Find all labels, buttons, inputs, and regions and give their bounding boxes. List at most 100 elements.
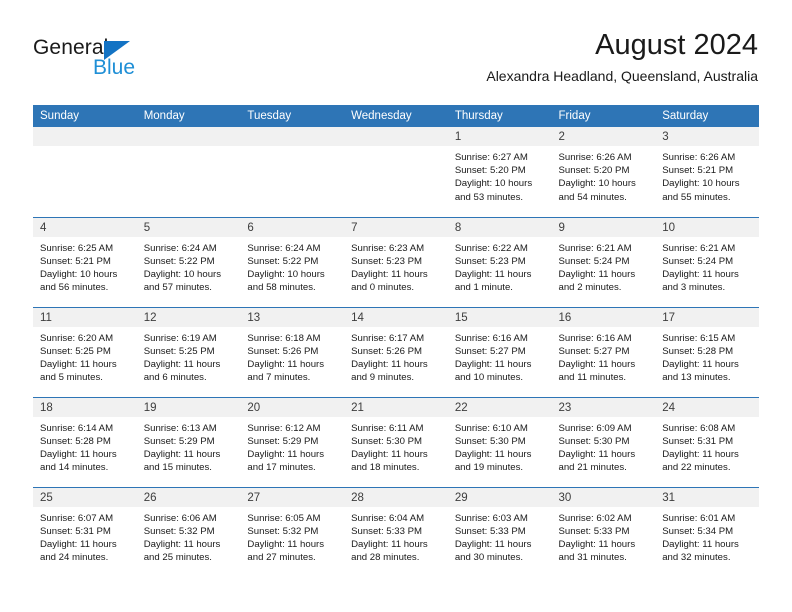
sunset-text: Sunset: 5:29 PM <box>143 435 215 447</box>
calendar-day-cell[interactable]: 13 Sunrise: 6:18 AM Sunset: 5:26 PM Dayligh… <box>240 306 345 397</box>
day-number <box>344 127 448 146</box>
calendar-day-cell[interactable]: 14 Sunrise: 6:17 AM Sunset: 5:26 PM Dayligh… <box>344 306 448 397</box>
calendar-day-cell[interactable]: 17 Sunrise: 6:15 AM Sunset: 5:28 PM Dayligh… <box>655 306 759 397</box>
day-number: 24 <box>655 397 759 417</box>
calendar-day-cell[interactable]: 19 Sunrise: 6:13 AM Sunset: 5:29 PM Dayligh… <box>136 396 241 487</box>
day-number: 9 <box>551 217 656 237</box>
calendar-day-cell[interactable]: 29 Sunrise: 6:03 AM Sunset: 5:33 PM Dayligh… <box>447 486 552 577</box>
calendar-day-cell[interactable]: 2 Sunrise: 6:26 AM Sunset: 5:20 PM Daylight… <box>551 127 656 217</box>
sunrise-text: Sunrise: 6:15 AM <box>662 332 736 344</box>
sunrise-text: Sunrise: 6:17 AM <box>351 332 425 344</box>
day-number: 14 <box>344 307 448 327</box>
calendar-day-cell[interactable]: 6 Sunrise: 6:24 AM Sunset: 5:22 PM Daylight… <box>240 216 345 307</box>
sunset-text: Sunset: 5:29 PM <box>247 435 319 447</box>
weekday-header-monday: Monday <box>136 105 241 127</box>
day-details: Sunrise: 6:26 AM Sunset: 5:21 PM Daylight:… <box>655 146 759 204</box>
day-details <box>240 146 344 151</box>
daylight-text-line1: Daylight: 11 hours <box>454 268 532 280</box>
sunrise-text: Sunrise: 6:22 AM <box>454 242 528 254</box>
daylight-text-line1: Daylight: 11 hours <box>454 448 532 460</box>
calendar-header-row: Sunday Monday Tuesday Wednesday Thursday… <box>33 105 759 127</box>
calendar-day-cell[interactable]: 15 Sunrise: 6:16 AM Sunset: 5:27 PM Dayligh… <box>447 306 552 397</box>
sunrise-text: Sunrise: 6:27 AM <box>454 152 528 163</box>
calendar-day-cell[interactable]: 18 Sunrise: 6:14 AM Sunset: 5:28 PM Dayligh… <box>33 396 137 487</box>
day-details: Sunrise: 6:06 AM Sunset: 5:32 PM Daylight:… <box>137 507 241 565</box>
day-number: 10 <box>655 217 759 237</box>
sunset-text: Sunset: 5:25 PM <box>40 345 111 357</box>
daylight-text-line2: and 57 minutes. <box>143 282 212 294</box>
sunset-text: Sunset: 5:23 PM <box>351 255 423 267</box>
daylight-text-line2: and 14 minutes. <box>40 462 109 474</box>
calendar-day-cell[interactable]: 21 Sunrise: 6:11 AM Sunset: 5:30 PM Dayligh… <box>344 396 448 487</box>
calendar-day-cell[interactable]: 31 Sunrise: 6:01 AM Sunset: 5:34 PM Dayligh… <box>655 486 759 577</box>
sunset-text: Sunset: 5:30 PM <box>351 435 423 447</box>
calendar-day-cell[interactable]: 10 Sunrise: 6:21 AM Sunset: 5:24 PM Dayligh… <box>655 216 759 307</box>
day-number: 30 <box>551 487 656 507</box>
sunset-text: Sunset: 5:24 PM <box>662 255 734 267</box>
calendar-day-cell[interactable]: 5 Sunrise: 6:24 AM Sunset: 5:22 PM Daylight… <box>136 216 241 307</box>
calendar-day-cell[interactable]: 30 Sunrise: 6:02 AM Sunset: 5:33 PM Dayligh… <box>551 486 656 577</box>
daylight-text-line1: Daylight: 10 hours <box>558 178 636 190</box>
calendar-day-cell[interactable]: 4 Sunrise: 6:25 AM Sunset: 5:21 PM Daylight… <box>33 216 137 307</box>
day-number: 22 <box>447 397 552 417</box>
sunset-text: Sunset: 5:28 PM <box>40 435 111 447</box>
day-number: 6 <box>240 217 345 237</box>
calendar-day-cell[interactable]: 28 Sunrise: 6:04 AM Sunset: 5:33 PM Dayligh… <box>344 486 448 577</box>
calendar-day-cell[interactable]: 16 Sunrise: 6:16 AM Sunset: 5:27 PM Dayligh… <box>551 306 656 397</box>
calendar-day-cell[interactable]: 12 Sunrise: 6:19 AM Sunset: 5:25 PM Dayligh… <box>136 306 241 397</box>
calendar-day-cell[interactable]: 20 Sunrise: 6:12 AM Sunset: 5:29 PM Dayligh… <box>240 396 345 487</box>
day-number: 31 <box>655 487 759 507</box>
sunset-text: Sunset: 5:28 PM <box>662 345 734 357</box>
calendar-day-cell[interactable]: 24 Sunrise: 6:08 AM Sunset: 5:31 PM Dayligh… <box>655 396 759 487</box>
sunrise-text: Sunrise: 6:05 AM <box>247 512 321 524</box>
daylight-text-line1: Daylight: 11 hours <box>662 448 739 460</box>
sunrise-text: Sunrise: 6:13 AM <box>143 422 217 434</box>
daylight-text-line1: Daylight: 11 hours <box>247 358 325 370</box>
sunrise-text: Sunrise: 6:10 AM <box>454 422 528 434</box>
daylight-text-line2: and 7 minutes. <box>247 372 311 384</box>
calendar-day-cell[interactable]: 11 Sunrise: 6:20 AM Sunset: 5:25 PM Dayligh… <box>33 306 137 397</box>
day-details <box>344 146 448 151</box>
sunset-text: Sunset: 5:26 PM <box>351 345 423 357</box>
daylight-text-line2: and 3 minutes. <box>662 282 726 294</box>
day-details: Sunrise: 6:12 AM Sunset: 5:29 PM Daylight:… <box>240 417 344 475</box>
daylight-text-line1: Daylight: 11 hours <box>662 268 739 280</box>
calendar-week-row: 11 Sunrise: 6:20 AM Sunset: 5:25 PM Dayligh… <box>33 306 759 397</box>
sunset-text: Sunset: 5:27 PM <box>454 345 526 357</box>
calendar-day-cell[interactable]: 23 Sunrise: 6:09 AM Sunset: 5:30 PM Dayligh… <box>551 396 656 487</box>
daylight-text-line1: Daylight: 11 hours <box>454 538 532 550</box>
calendar-day-cell[interactable]: 22 Sunrise: 6:10 AM Sunset: 5:30 PM Dayligh… <box>447 396 552 487</box>
sunrise-text: Sunrise: 6:06 AM <box>143 512 217 524</box>
daylight-text-line2: and 18 minutes. <box>351 462 420 474</box>
weekday-header-friday: Friday <box>551 105 656 127</box>
daylight-text-line2: and 19 minutes. <box>454 462 524 474</box>
calendar-day-cell[interactable]: 9 Sunrise: 6:21 AM Sunset: 5:24 PM Daylight… <box>551 216 656 307</box>
sunset-text: Sunset: 5:25 PM <box>143 345 215 357</box>
calendar-day-cell[interactable]: 27 Sunrise: 6:05 AM Sunset: 5:32 PM Dayligh… <box>240 486 345 577</box>
sunset-text: Sunset: 5:21 PM <box>662 165 734 177</box>
sunset-text: Sunset: 5:33 PM <box>351 525 423 537</box>
day-number: 29 <box>447 487 552 507</box>
daylight-text-line1: Daylight: 11 hours <box>143 358 221 370</box>
calendar-day-cell[interactable]: 1 Sunrise: 6:27 AM Sunset: 5:20 PM Daylight… <box>447 127 552 217</box>
sunrise-text: Sunrise: 6:02 AM <box>558 512 632 524</box>
day-details: Sunrise: 6:21 AM Sunset: 5:24 PM Daylight:… <box>655 237 759 295</box>
day-details: Sunrise: 6:10 AM Sunset: 5:30 PM Daylight:… <box>448 417 552 475</box>
calendar-day-cell[interactable]: 3 Sunrise: 6:26 AM Sunset: 5:21 PM Daylight… <box>655 127 759 217</box>
calendar-day-cell[interactable]: 7 Sunrise: 6:23 AM Sunset: 5:23 PM Daylight… <box>344 216 448 307</box>
weekday-header-tuesday: Tuesday <box>240 105 345 127</box>
calendar-day-cell[interactable]: 26 Sunrise: 6:06 AM Sunset: 5:32 PM Dayligh… <box>136 486 241 577</box>
daylight-text-line2: and 15 minutes. <box>143 462 212 474</box>
day-details: Sunrise: 6:20 AM Sunset: 5:25 PM Daylight:… <box>33 327 137 385</box>
day-details: Sunrise: 6:23 AM Sunset: 5:23 PM Daylight:… <box>344 237 448 295</box>
brand-logo[interactable]: General Blue <box>33 36 233 82</box>
daylight-text-line2: and 25 minutes. <box>143 552 212 564</box>
calendar-day-cell[interactable]: 8 Sunrise: 6:22 AM Sunset: 5:23 PM Daylight… <box>447 216 552 307</box>
day-number: 7 <box>344 217 448 237</box>
day-details: Sunrise: 6:03 AM Sunset: 5:33 PM Daylight:… <box>448 507 552 565</box>
calendar-page: General Blue August 2024 Alexandra Headl… <box>0 0 792 612</box>
weekday-header-sunday: Sunday <box>33 105 137 127</box>
sunset-text: Sunset: 5:30 PM <box>454 435 526 447</box>
calendar-day-cell[interactable]: 25 Sunrise: 6:07 AM Sunset: 5:31 PM Dayligh… <box>33 486 137 577</box>
sunrise-text: Sunrise: 6:21 AM <box>662 242 736 254</box>
